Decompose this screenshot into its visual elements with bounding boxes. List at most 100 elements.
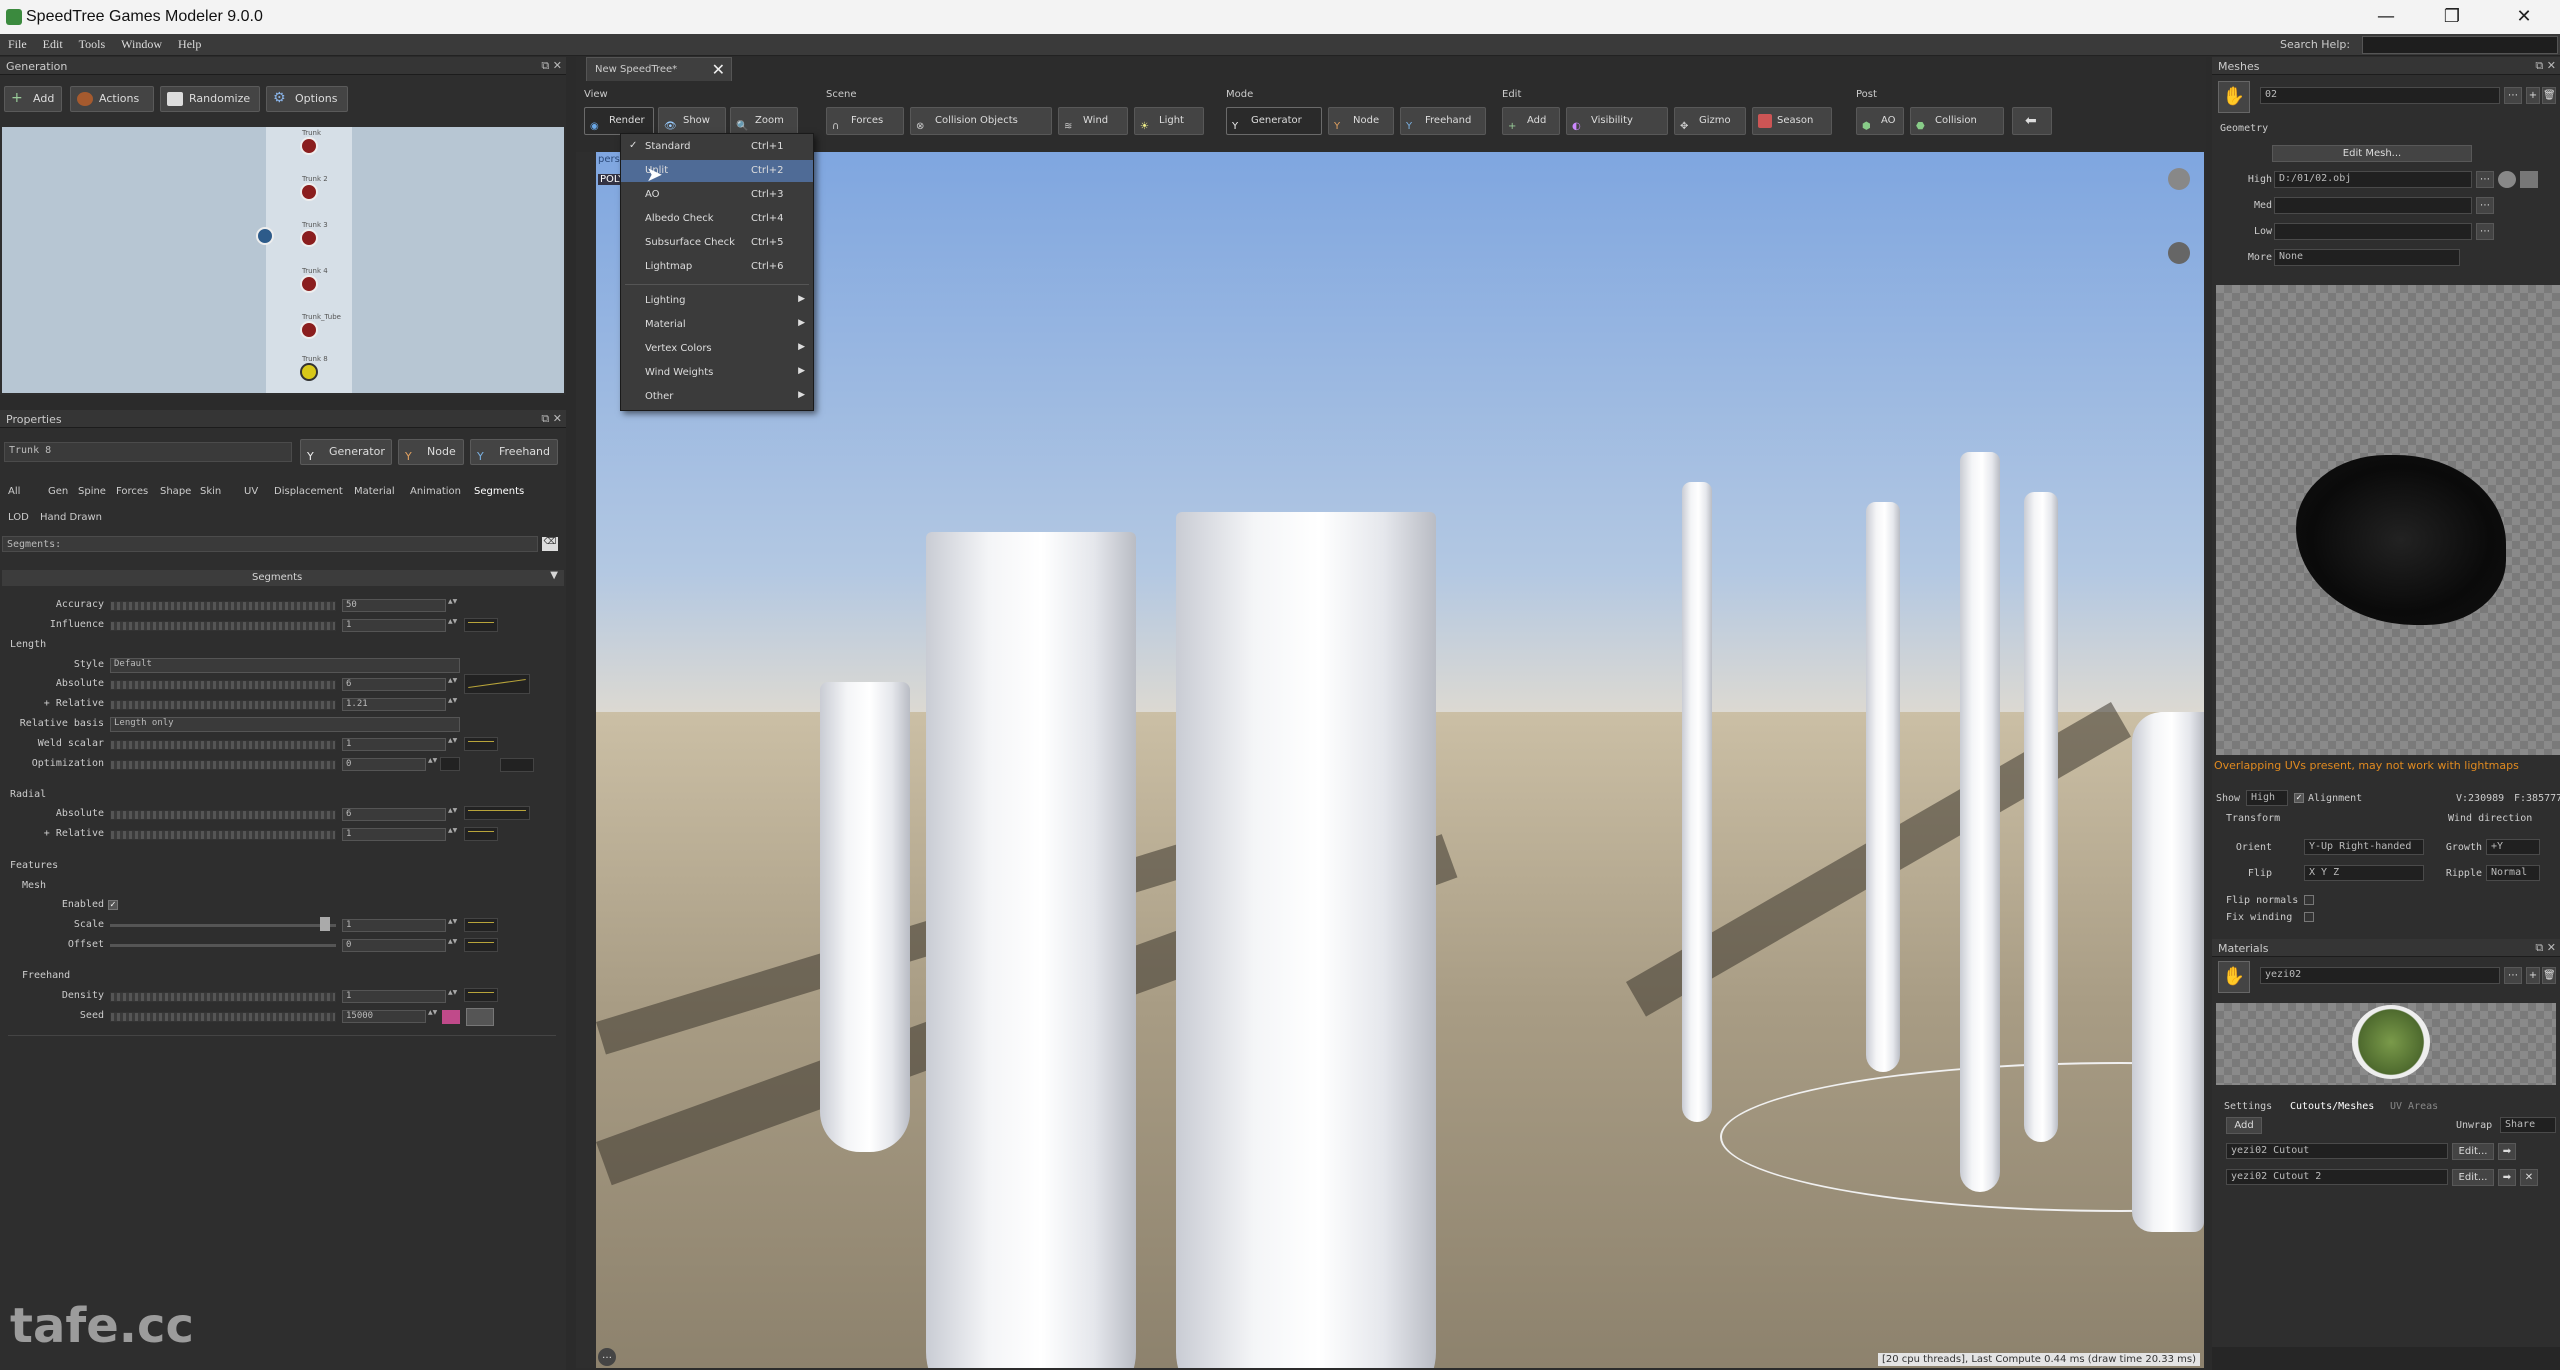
graph-node-trunk[interactable] (300, 137, 318, 155)
offset-slider[interactable] (110, 944, 336, 947)
collapse-arrow-icon[interactable]: ▼ (550, 570, 558, 581)
mesh-preview[interactable] (2216, 285, 2560, 755)
scale-value[interactable]: 1 (342, 919, 446, 932)
absolute-value[interactable]: 6 (342, 678, 446, 691)
density-value[interactable]: 1 (342, 990, 446, 1003)
spin-arrows-icon[interactable]: ▲▼ (448, 808, 457, 821)
style-select[interactable]: Default (110, 658, 460, 673)
season-button[interactable]: Season (1752, 107, 1832, 135)
spin-arrows-icon[interactable]: ▲▼ (448, 599, 457, 612)
tab-shape[interactable]: Shape (160, 486, 191, 497)
node-mode-toolbar-button[interactable]: Y Node (1328, 107, 1394, 135)
render-button[interactable]: ◉ Render (584, 107, 654, 135)
material-preview[interactable] (2216, 1003, 2556, 1085)
offset-value[interactable]: 0 (342, 939, 446, 952)
document-tab[interactable]: New SpeedTree* ✕ (586, 57, 732, 81)
spin-arrows-icon[interactable]: ▲▼ (448, 919, 457, 932)
seed-value[interactable]: 15000 (342, 1010, 426, 1023)
reload-icon[interactable] (2498, 171, 2516, 188)
menu-tools[interactable]: Tools (71, 34, 114, 52)
browse-button[interactable]: ⋯ (2476, 197, 2494, 214)
optimization-curve[interactable] (500, 758, 534, 772)
render-menu-submenu-lighting[interactable]: Lighting ▶ (621, 290, 813, 312)
trunk-mesh[interactable] (1866, 502, 1900, 1072)
render-menu-submenu-material[interactable]: Material ▶ (621, 314, 813, 336)
freehand-mode-toolbar-button[interactable]: Y Freehand (1400, 107, 1486, 135)
optimization-slider[interactable] (110, 760, 336, 770)
material-name-select[interactable]: yezi02 (2260, 967, 2500, 984)
density-slider[interactable] (110, 992, 336, 1002)
seed-randomize-button[interactable] (442, 1010, 460, 1024)
enabled-checkbox[interactable]: ✓ (108, 900, 118, 910)
spin-arrows-icon[interactable]: ▲▼ (448, 738, 457, 751)
generation-graph[interactable]: Trunk Trunk 2 Trunk 3 Trunk 4 Trunk_Tube… (2, 127, 564, 393)
tab-hand-drawn[interactable]: Hand Drawn (40, 512, 102, 523)
trunk-mesh[interactable] (1682, 482, 1712, 1122)
edit-mesh-button[interactable]: Edit Mesh... (2272, 145, 2472, 162)
weld-scalar-slider[interactable] (110, 740, 336, 750)
material-add-button[interactable]: Add (2226, 1117, 2262, 1134)
cutout-edit-button[interactable]: Edit... (2452, 1169, 2494, 1186)
trunk-mesh[interactable] (1176, 512, 1436, 1368)
tab-gen[interactable]: Gen (48, 486, 68, 497)
render-menu-item-standard[interactable]: ✓ Standard Ctrl+1 (621, 136, 813, 158)
search-help-input[interactable] (2362, 36, 2558, 54)
generator-mode-toolbar-button[interactable]: Y Generator (1226, 107, 1322, 135)
preview-icon[interactable] (2520, 171, 2538, 188)
node-mode-button[interactable]: Y Node (398, 439, 464, 465)
material-add-icon[interactable]: + (2526, 967, 2540, 984)
menu-window[interactable]: Window (113, 34, 170, 52)
section-header-segments[interactable]: Segments ▼ (2, 570, 564, 586)
render-menu-submenu-other[interactable]: Other ▶ (621, 386, 813, 408)
panel-float-close-icon[interactable]: ⧉ ✕ (2535, 941, 2556, 955)
seed-slider[interactable] (110, 1012, 336, 1022)
options-button[interactable]: ⚙ Options (266, 86, 348, 112)
cutout-row-2[interactable]: yezi02 Cutout 2 (2226, 1169, 2448, 1185)
accuracy-slider[interactable] (110, 601, 336, 611)
root-node[interactable] (256, 227, 274, 245)
radial-relative-slider[interactable] (110, 830, 336, 840)
scale-slider[interactable] (110, 924, 336, 927)
light-button[interactable]: ☀ Light (1134, 107, 1204, 135)
menu-help[interactable]: Help (170, 34, 209, 52)
browse-button[interactable]: ⋯ (2476, 223, 2494, 240)
trunk-mesh[interactable] (820, 682, 910, 1152)
arrow-right-icon[interactable]: ➡ (2498, 1143, 2516, 1160)
post-collision-button[interactable]: ⬣ Collision (1910, 107, 2004, 135)
property-filter-input[interactable]: Segments: (2, 536, 538, 552)
tab-uv[interactable]: UV (244, 486, 258, 497)
tab-lod[interactable]: LOD (8, 512, 29, 523)
relative-slider[interactable] (110, 700, 336, 710)
tab-all[interactable]: All (8, 486, 20, 497)
mesh-name-select[interactable]: 02 (2260, 87, 2500, 104)
optimization-toggle[interactable] (440, 757, 460, 771)
flip-select[interactable]: X Y Z (2304, 865, 2424, 881)
panel-float-close-icon[interactable]: ⧉ ✕ (541, 59, 562, 73)
seed-dice-icon[interactable] (466, 1008, 494, 1026)
tab-uv-areas[interactable]: UV Areas (2390, 1101, 2438, 1112)
radial-relative-curve[interactable] (464, 827, 498, 841)
tab-cutouts-meshes[interactable]: Cutouts/Meshes (2290, 1101, 2374, 1112)
cutout-edit-button[interactable]: Edit... (2452, 1143, 2494, 1160)
clear-filter-icon[interactable]: ⌫ (542, 537, 558, 551)
lod-more-select[interactable]: None (2274, 249, 2460, 266)
scale-curve[interactable] (464, 918, 498, 932)
wind-button[interactable]: ≋ Wind (1058, 107, 1128, 135)
3d-viewport[interactable]: perspe POLYGO … [20 cpu threads], Last C… (596, 152, 2204, 1368)
graph-node-trunk-tube[interactable] (300, 321, 318, 339)
spin-arrows-icon[interactable]: ▲▼ (428, 758, 437, 771)
trunk-mesh[interactable] (2024, 492, 2058, 1142)
mesh-delete-icon[interactable]: 🗑 (2542, 87, 2556, 104)
close-tab-icon[interactable]: ✕ (712, 60, 725, 79)
growth-select[interactable]: +Y (2486, 839, 2540, 855)
scale-slider-handle[interactable] (320, 917, 330, 931)
spin-arrows-icon[interactable]: ▲▼ (448, 678, 457, 691)
viewport-options-icon[interactable]: … (598, 1348, 616, 1366)
absolute-slider[interactable] (110, 680, 336, 690)
hand-icon[interactable]: ✋ (2218, 961, 2250, 993)
lod-low-field[interactable] (2274, 223, 2472, 240)
absolute-curve[interactable] (464, 674, 530, 694)
mesh-more-button[interactable]: ⋯ (2504, 87, 2522, 104)
render-menu-item-subsurface-check[interactable]: Subsurface Check Ctrl+5 (621, 232, 813, 254)
gizmo-button[interactable]: ✥ Gizmo (1674, 107, 1746, 135)
